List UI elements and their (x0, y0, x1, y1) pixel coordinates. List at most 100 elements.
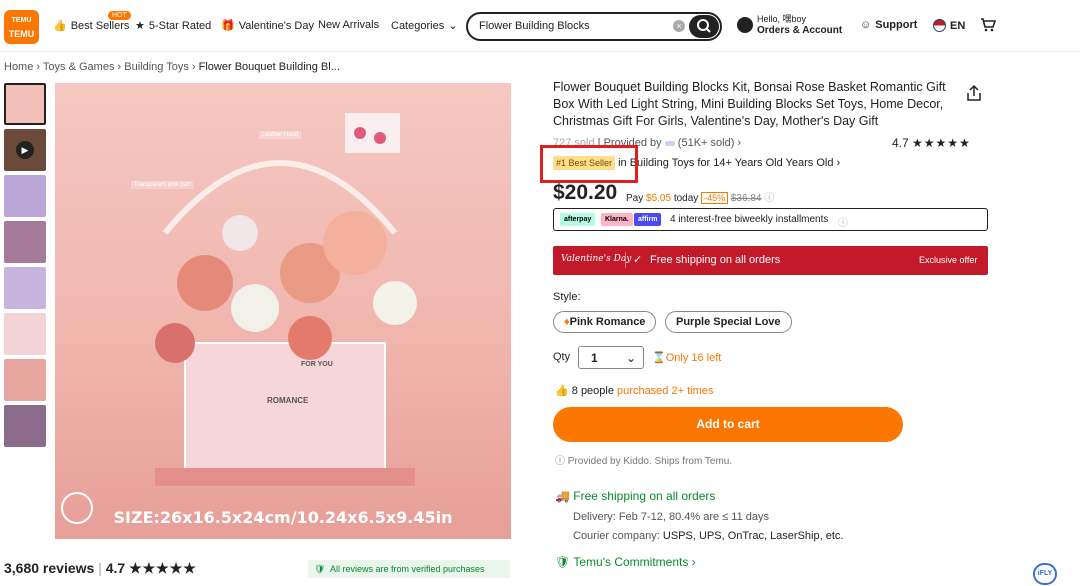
share-icon-svg (967, 84, 981, 101)
style-label: Style: (553, 291, 581, 303)
breadcrumb-home[interactable]: Home (4, 61, 33, 73)
installments-box[interactable]: afterpay Klarna. affirm 4 interest-free … (553, 208, 988, 231)
exclusive-offer-label: Exclusive offer (919, 255, 978, 265)
product-title: Flower Bouquet Building Blocks Kit, Bons… (553, 80, 946, 128)
chevron-down-icon: ⌄ (448, 20, 458, 32)
nav-five-star-rated[interactable]: ★ 5-Star Rated (135, 19, 212, 33)
chevron-down-icon: ⌄ (625, 351, 636, 365)
discount-badge: -45% (701, 192, 729, 204)
us-flag-icon (933, 19, 946, 32)
nav-categories[interactable]: Categories ⌄ (391, 19, 458, 33)
star-icon: ★ (135, 20, 145, 32)
nav-valentines-day[interactable]: 🎁 Valentine's Day (221, 19, 314, 33)
clear-icon[interactable]: × (673, 20, 685, 32)
thumbnail-strip: ▶ (4, 83, 46, 451)
search-value: Flower Building Blocks (479, 20, 590, 32)
qty-label: Qty (553, 351, 571, 363)
temu-logo[interactable]: TEMU TEMU (4, 10, 39, 44)
info-icon[interactable]: ⓘ (764, 193, 774, 204)
top-navigation-bar: TEMU TEMU 👍 Best Sellers HOT ★ 5-Star Ra… (0, 0, 1080, 52)
info-icon: ⓘ (555, 456, 565, 467)
search-input[interactable]: Flower Building Blocks × (466, 12, 722, 41)
main-product-image[interactable]: Leather Hand Transparent pink part FOR Y… (55, 83, 511, 539)
purchase-social-proof: 👍 8 people purchased 2+ times (555, 384, 713, 397)
thumbnail-5[interactable] (4, 267, 46, 309)
thumbnail-8[interactable] (4, 405, 46, 447)
thumbnail-7[interactable] (4, 359, 46, 401)
stock-text: Only 16 left (665, 352, 722, 364)
style-option-pink-romance[interactable]: ♦Pink Romance (553, 311, 657, 333)
thumbs-up-icon: 👍 (555, 385, 569, 397)
search-button[interactable] (689, 15, 719, 38)
thumbnail-3[interactable] (4, 175, 46, 217)
avatar-icon[interactable] (737, 17, 753, 33)
thumbnail-video[interactable]: ▶ (4, 129, 46, 171)
support-link[interactable]: ☺ Support (860, 19, 917, 31)
thumbs-up-icon: 👍 (53, 20, 67, 32)
original-price: $36.84 (730, 193, 762, 204)
breadcrumb-building-toys[interactable]: Building Toys (124, 61, 189, 73)
nav-label: Best Sellers (70, 19, 130, 32)
verified-reviews-banner: 🛡 All reviews are from verified purchase… (308, 560, 510, 578)
orders-account-menu[interactable]: Hello, 嘿boy Orders & Account (757, 14, 842, 36)
temu-commitments-link[interactable]: 🛡 Temu's Commitments › (555, 555, 696, 569)
provider-sold[interactable]: (51K+ sold) (678, 137, 735, 149)
nav-new-arrivals[interactable]: New Arrivals (318, 19, 379, 31)
free-shipping-text: Free shipping on all orders (573, 489, 716, 503)
account-label: Orders & Account (757, 25, 843, 36)
afterpay-logo: afterpay (560, 213, 596, 226)
cart-icon[interactable] (980, 17, 997, 38)
play-icon: ▶ (16, 141, 34, 159)
hourglass-icon: ⌛ (652, 352, 666, 364)
nav-best-sellers[interactable]: 👍 Best Sellers (53, 19, 130, 33)
language-label: EN (950, 19, 966, 32)
flower-basket-illustration (61, 113, 417, 524)
quantity-value: 1 (591, 351, 598, 365)
shield-icon: 🛡 (555, 555, 571, 569)
search-icon (697, 19, 711, 33)
provided-note-text: Provided by Kiddo. Ships from Temu. (567, 456, 733, 467)
free-shipping-row[interactable]: 🚚 Free shipping on all orders (555, 489, 715, 503)
info-icon: ⓘ (838, 218, 848, 229)
installments-text: 4 interest-free biweekly installments (670, 214, 829, 225)
quantity-select[interactable]: 1 ⌄ (578, 346, 644, 369)
breadcrumb-toys-games[interactable]: Toys & Games (43, 61, 115, 73)
style-option-label: Pink Romance (569, 316, 646, 328)
thumbnail-1[interactable] (4, 83, 46, 125)
checkmark-icon: ✓ (633, 254, 643, 266)
gift-icon: 🎁 (221, 20, 235, 32)
language-selector[interactable]: EN (933, 19, 965, 32)
pay-amount: $5.05 (646, 193, 672, 204)
nav-label: 5-Star Rated (148, 19, 212, 32)
commitments-text: Temu's Commitments (573, 555, 689, 569)
add-to-cart-button[interactable]: Add to cart (553, 407, 903, 442)
thumbnail-6[interactable] (4, 313, 46, 355)
pay-today: today (673, 193, 699, 204)
provider-logo-icon (664, 141, 675, 146)
valentine-free-shipping-banner: Valentine's Day ✓ Free shipping on all o… (553, 246, 988, 275)
product-rating[interactable]: 4.7 ★★★★★ (892, 136, 971, 150)
klarna-logo: Klarna. (601, 213, 633, 226)
reviews-rating: 4.7 (105, 560, 126, 576)
price: $20.20 (553, 181, 618, 204)
people-count: 8 people (571, 385, 614, 397)
bestseller-category: in Building Toys for 14+ Years Old Years… (618, 157, 834, 169)
nav-label: New Arrivals (318, 19, 380, 31)
share-icon[interactable] (966, 84, 982, 107)
ifly-widget-icon[interactable]: iFLY (1033, 563, 1057, 585)
breadcrumb-current: Flower Bouquet Building Bl... (198, 61, 340, 73)
pay-today-row: Pay $5.05 today -45% $36.84 ⓘ (626, 189, 774, 204)
account-hello: Hello, 嘿boy (757, 14, 807, 24)
support-label: Support (875, 19, 918, 31)
truck-icon: 🚚 (555, 489, 570, 503)
nav-label: Valentine's Day (238, 19, 314, 32)
box-for-you-text: FOR YOU (301, 361, 333, 368)
box-romance-text: ROMANCE (267, 396, 309, 405)
style-option-label: Purple Special Love (676, 316, 781, 328)
affirm-logo: affirm (634, 213, 662, 226)
logo-text: TEMU (8, 29, 35, 39)
people-suffix: purchased 2+ times (617, 385, 714, 397)
stock-warning: ⌛Only 16 left (652, 351, 721, 364)
style-option-purple-special-love[interactable]: Purple Special Love (665, 311, 792, 333)
thumbnail-4[interactable] (4, 221, 46, 263)
